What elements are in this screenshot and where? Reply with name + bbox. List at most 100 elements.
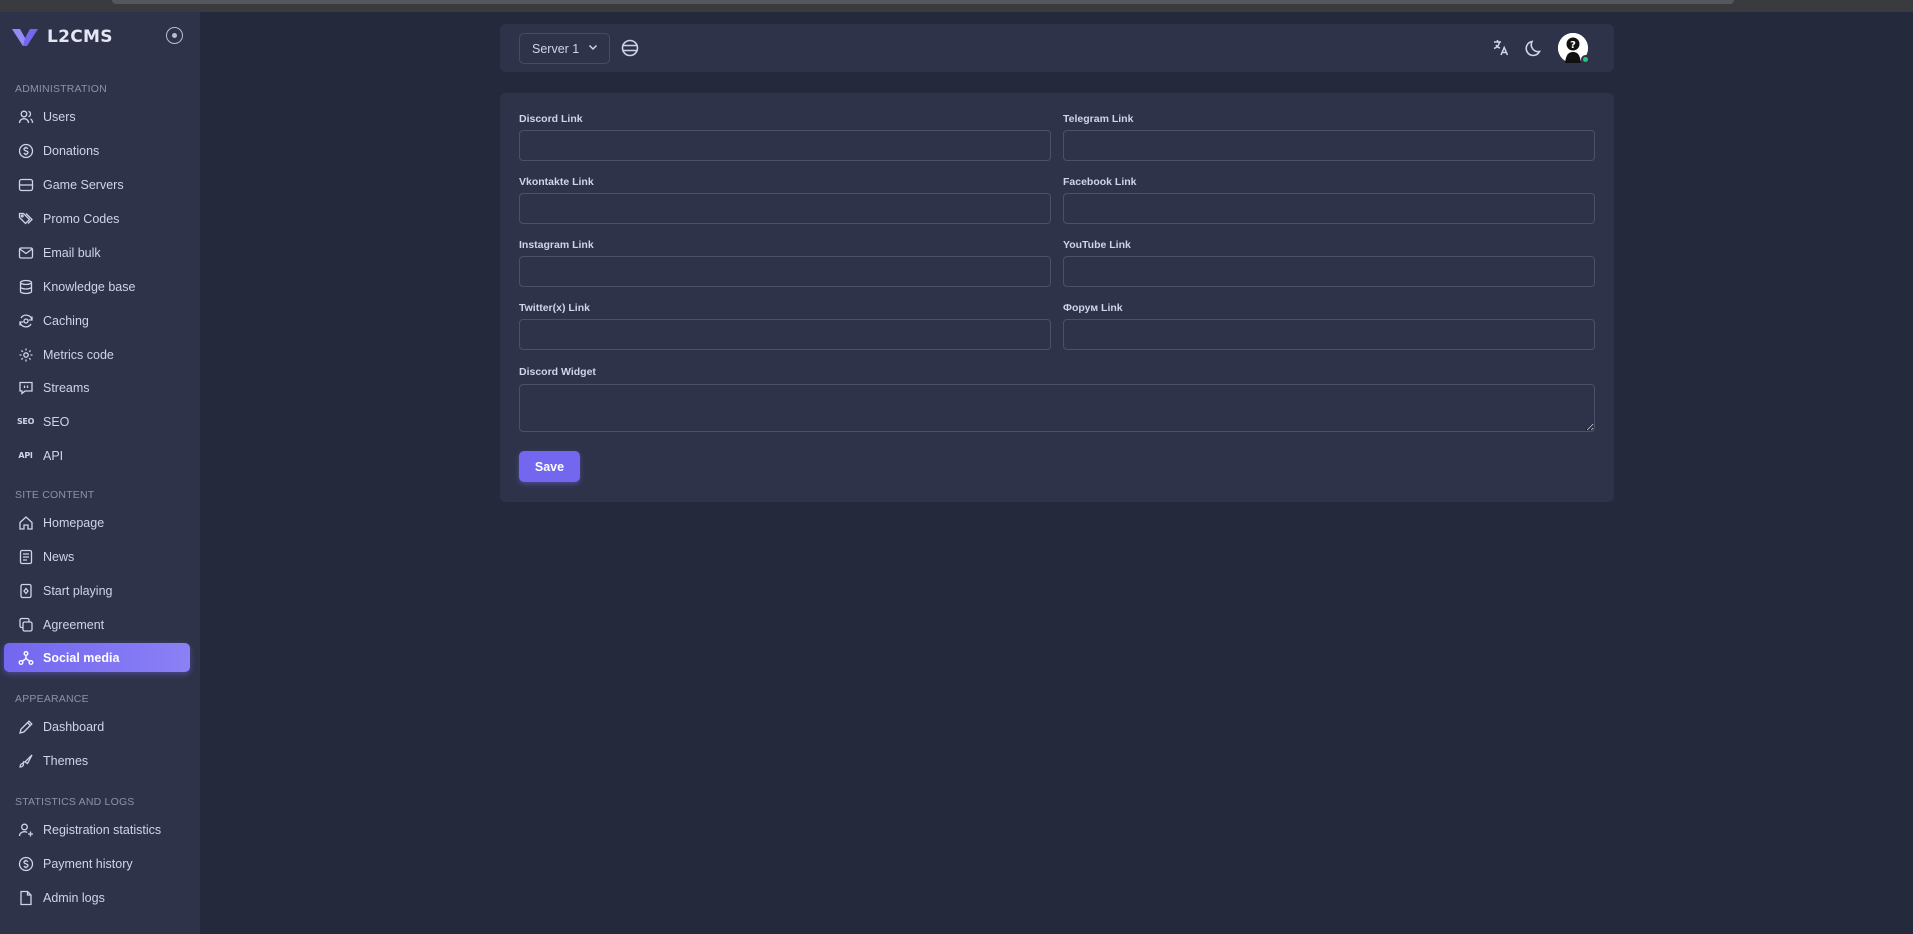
sidebar-item-seo[interactable]: SEO SEO bbox=[4, 407, 190, 436]
api-icon: API bbox=[18, 451, 33, 460]
avatar[interactable]: ? bbox=[1558, 33, 1590, 64]
chevron-down-icon bbox=[587, 41, 599, 56]
sidebar-item-label: Caching bbox=[43, 313, 89, 328]
twitter-link-input[interactable] bbox=[519, 319, 1051, 350]
message-icon bbox=[17, 379, 34, 396]
vkontakte-link-input[interactable] bbox=[519, 193, 1051, 224]
moon-icon[interactable] bbox=[1524, 37, 1546, 59]
sidebar-item-homepage[interactable]: Homepage bbox=[4, 508, 190, 537]
telegram-link-input[interactable] bbox=[1063, 130, 1595, 161]
sidebar-item-donations[interactable]: Donations bbox=[4, 136, 190, 165]
discord-link-input[interactable] bbox=[519, 130, 1051, 161]
database-icon bbox=[17, 278, 34, 295]
social-media-form-card: Discord Link Telegram Link Vkontakte Lin… bbox=[500, 93, 1614, 502]
youtube-link-input[interactable] bbox=[1063, 256, 1595, 287]
sidebar-item-label: Admin logs bbox=[43, 890, 105, 905]
sidebar-collapse-toggle-icon[interactable] bbox=[166, 27, 183, 44]
sidebar-item-label: News bbox=[43, 549, 75, 564]
logo-icon bbox=[11, 27, 39, 47]
forum-link-input[interactable] bbox=[1063, 319, 1595, 350]
app-name: L2CMS bbox=[47, 27, 113, 47]
sidebar-item-caching[interactable]: Caching bbox=[4, 306, 190, 335]
sidebar-item-users[interactable]: Users bbox=[4, 102, 190, 131]
section-title-administration: ADMINISTRATION bbox=[15, 83, 107, 95]
browser-bar bbox=[112, 0, 1734, 4]
discord-widget-textarea[interactable] bbox=[519, 384, 1595, 432]
play-card-icon bbox=[17, 582, 34, 599]
sidebar-item-news[interactable]: News bbox=[4, 542, 190, 571]
metrics-icon bbox=[17, 346, 34, 363]
sidebar-item-email-bulk[interactable]: Email bulk bbox=[4, 238, 190, 267]
facebook-link-input[interactable] bbox=[1063, 193, 1595, 224]
sidebar-item-api[interactable]: API API bbox=[4, 441, 190, 470]
sidebar-item-label: Agreement bbox=[43, 617, 105, 632]
sidebar-item-label: Homepage bbox=[43, 515, 105, 530]
server-select-value: Server 1 bbox=[532, 41, 580, 56]
dollar-circle-icon bbox=[17, 855, 34, 872]
cache-icon bbox=[17, 312, 34, 329]
sidebar-item-label: Streams bbox=[43, 380, 90, 395]
sidebar-item-label: Start playing bbox=[43, 583, 113, 598]
sidebar-item-label: Promo Codes bbox=[43, 211, 120, 226]
sidebar-item-knowledge-base[interactable]: Knowledge base bbox=[4, 272, 190, 301]
sidebar: L2CMS ADMINISTRATION Users Donations Gam… bbox=[0, 12, 200, 934]
sidebar-item-registration-statistics[interactable]: Registration statistics bbox=[4, 815, 190, 844]
dollar-circle-icon bbox=[17, 142, 34, 159]
sidebar-item-label: Game Servers bbox=[43, 177, 124, 192]
file-icon bbox=[17, 889, 34, 906]
news-icon bbox=[17, 548, 34, 565]
youtube-link-label: YouTube Link bbox=[1063, 239, 1131, 251]
instagram-link-input[interactable] bbox=[519, 256, 1051, 287]
sidebar-item-label: Donations bbox=[43, 143, 100, 158]
sidebar-item-label: Dashboard bbox=[43, 719, 105, 734]
sidebar-item-promo-codes[interactable]: Promo Codes bbox=[4, 204, 190, 233]
sidebar-item-label: Metrics code bbox=[43, 347, 114, 362]
sidebar-item-label: Payment history bbox=[43, 856, 133, 871]
discord-widget-label: Discord Widget bbox=[519, 366, 596, 378]
brand[interactable]: L2CMS bbox=[11, 24, 113, 50]
pencil-icon bbox=[17, 718, 34, 735]
sidebar-item-dashboard[interactable]: Dashboard bbox=[4, 712, 190, 741]
sidebar-item-label: Email bulk bbox=[43, 245, 101, 260]
sidebar-item-social-media[interactable]: Social media bbox=[4, 643, 190, 672]
server-select[interactable]: Server 1 bbox=[519, 33, 610, 64]
sidebar-item-streams[interactable]: Streams bbox=[4, 373, 190, 402]
telegram-link-label: Telegram Link bbox=[1063, 113, 1134, 125]
sidebar-item-metrics-code[interactable]: Metrics code bbox=[4, 340, 190, 369]
section-title-appearance: APPEARANCE bbox=[15, 693, 89, 705]
twitter-link-label: Twitter(x) Link bbox=[519, 302, 590, 314]
sidebar-item-label: SEO bbox=[43, 414, 70, 429]
tags-icon bbox=[17, 210, 34, 227]
discord-link-label: Discord Link bbox=[519, 113, 583, 125]
sidebar-item-agreement[interactable]: Agreement bbox=[4, 610, 190, 639]
sidebar-item-start-playing[interactable]: Start playing bbox=[4, 576, 190, 605]
section-title-statistics-and-logs: STATISTICS AND LOGS bbox=[15, 796, 135, 808]
home-icon bbox=[17, 514, 34, 531]
translate-icon[interactable] bbox=[1490, 37, 1512, 59]
sidebar-item-label: Users bbox=[43, 109, 76, 124]
browser-top-strip bbox=[0, 0, 1913, 12]
globe-icon[interactable] bbox=[619, 37, 641, 59]
save-button[interactable]: Save bbox=[519, 451, 580, 482]
forum-link-label: Форум Link bbox=[1063, 302, 1123, 314]
online-status-indicator bbox=[1581, 55, 1590, 64]
share-network-icon bbox=[17, 649, 34, 666]
sidebar-item-admin-logs[interactable]: Admin logs bbox=[4, 883, 190, 912]
instagram-link-label: Instagram Link bbox=[519, 239, 594, 251]
sidebar-item-label: Registration statistics bbox=[43, 822, 162, 837]
sidebar-item-themes[interactable]: Themes bbox=[4, 746, 190, 775]
copy-icon bbox=[17, 616, 34, 633]
svg-text:?: ? bbox=[1570, 40, 1576, 51]
section-title-site-content: SITE CONTENT bbox=[15, 489, 95, 501]
users-icon bbox=[17, 108, 34, 125]
seo-icon: SEO bbox=[16, 417, 35, 426]
brush-icon bbox=[17, 752, 34, 769]
sidebar-item-label: Social media bbox=[43, 650, 120, 665]
top-navbar: Server 1 ? bbox=[500, 24, 1614, 72]
sidebar-item-label: Knowledge base bbox=[43, 279, 136, 294]
sidebar-item-game-servers[interactable]: Game Servers bbox=[4, 170, 190, 199]
sidebar-item-payment-history[interactable]: Payment history bbox=[4, 849, 190, 878]
vkontakte-link-label: Vkontakte Link bbox=[519, 176, 594, 188]
user-plus-icon bbox=[17, 821, 34, 838]
sidebar-item-label: API bbox=[43, 448, 64, 463]
